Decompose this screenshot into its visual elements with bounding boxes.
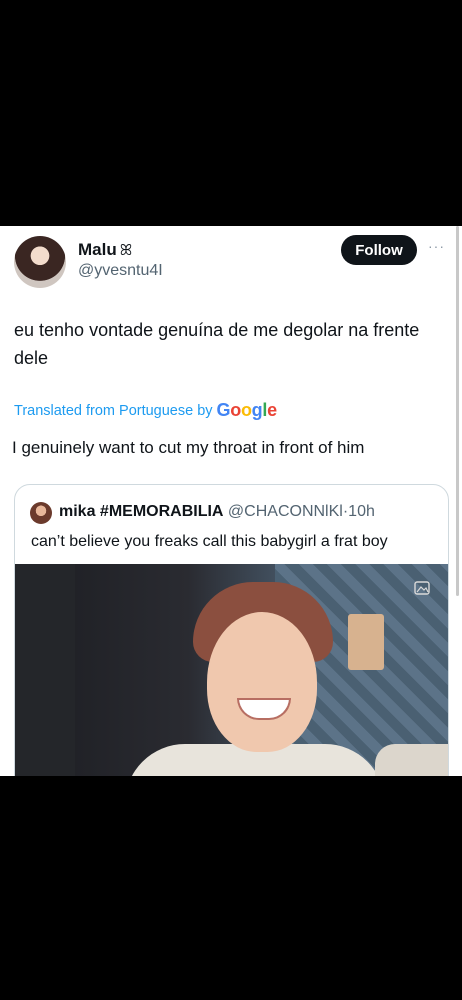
- scrollbar[interactable]: [456, 226, 459, 596]
- quoted-time: 10h: [348, 503, 375, 520]
- quoted-media-image[interactable]: [15, 564, 448, 776]
- author-handle[interactable]: @yvesntu4I: [78, 262, 163, 280]
- tweet-text: eu tenho vontade genuína de me degolar n…: [14, 320, 420, 368]
- media-face: [207, 612, 317, 752]
- follow-button[interactable]: Follow: [341, 235, 417, 265]
- google-logo: Google: [216, 400, 278, 420]
- author-name[interactable]: Malu ꕤ: [78, 240, 132, 260]
- quoted-tweet[interactable]: mika #MEMORABILIA @CHACONNlKl·10h can’t …: [14, 484, 449, 776]
- translated-text: I genuinely want to cut my throat in fro…: [12, 438, 365, 457]
- name-badge-icon: ꕤ: [119, 242, 133, 259]
- media-background-left: [15, 564, 75, 776]
- tweet-card: Malu ꕤ @yvesntu4I Follow ··· eu tenho von…: [0, 226, 462, 776]
- media-shirt-right: [375, 744, 448, 776]
- translation-attribution: Translated from Portuguese by Google: [14, 400, 277, 421]
- quoted-avatar: [30, 502, 52, 524]
- quoted-header: mika #MEMORABILIA @CHACONNlKl·10h: [59, 503, 375, 521]
- quoted-text: can’t believe you freaks call this babyg…: [31, 533, 388, 550]
- media-lanyard-tag: [348, 614, 384, 670]
- quoted-author-name: mika #MEMORABILIA: [59, 503, 224, 520]
- translated-from-text: Translated from Portuguese by: [14, 402, 213, 419]
- more-options-icon[interactable]: ···: [428, 238, 445, 254]
- author-display-name: Malu: [78, 240, 117, 259]
- quoted-handle: @CHACONNlKl: [227, 503, 343, 520]
- image-alt-icon[interactable]: [413, 580, 431, 598]
- avatar[interactable]: [14, 236, 66, 288]
